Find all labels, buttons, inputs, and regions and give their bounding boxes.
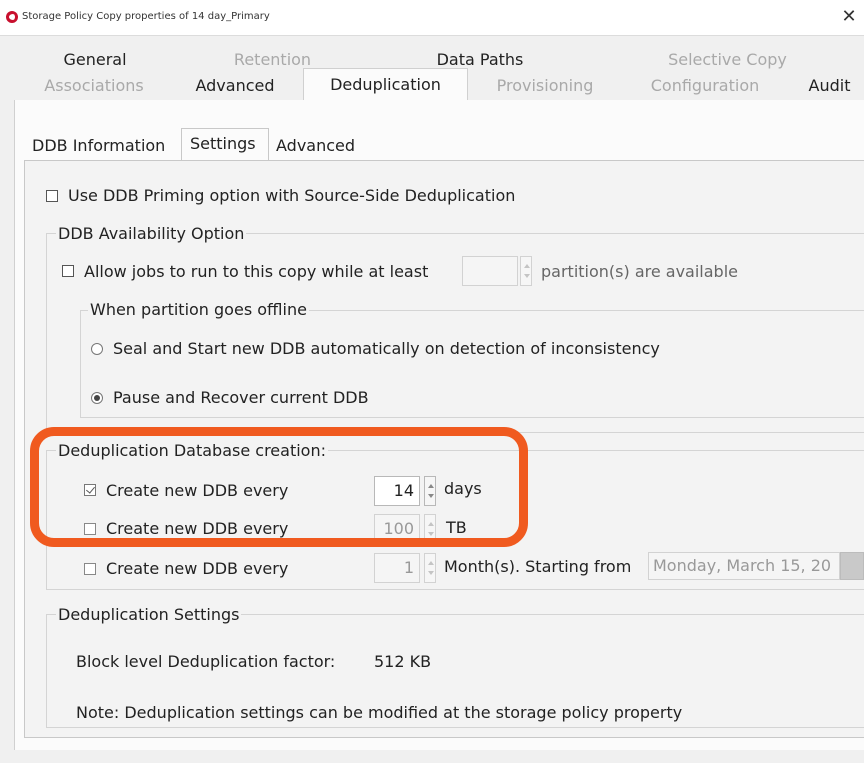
pause-and-recover-radio[interactable] — [91, 392, 103, 404]
ddb-priming-label: Use DDB Priming option with Source-Side … — [68, 186, 516, 205]
start-date-picker[interactable]: Monday, March 15, 20 — [648, 552, 840, 580]
tab-selective-copy[interactable]: Selective Copy — [645, 50, 810, 72]
partitions-available-label: partition(s) are available — [541, 262, 738, 281]
months-unit-label: Month(s). Starting from — [444, 557, 632, 576]
seal-and-start-label: Seal and Start new DDB automatically on … — [113, 339, 660, 358]
ddb-availability-legend: DDB Availability Option — [56, 224, 247, 243]
create-every-month-checkbox[interactable] — [84, 563, 96, 575]
spin-down-icon — [428, 571, 434, 575]
seal-and-start-radio[interactable] — [91, 343, 103, 355]
dedup-settings-legend: Deduplication Settings — [56, 605, 242, 624]
months-spinner[interactable] — [424, 553, 436, 583]
spin-up-icon — [428, 484, 434, 488]
window-titlebar: Storage Policy Copy properties of 14 day… — [0, 0, 864, 36]
create-every-tb-checkbox[interactable] — [84, 523, 96, 535]
partitions-input[interactable] — [462, 256, 518, 286]
days-unit-label: days — [444, 479, 482, 498]
days-input[interactable]: 14 — [374, 476, 420, 506]
allow-jobs-label: Allow jobs to run to this copy while at … — [84, 262, 429, 281]
tab-audit[interactable]: Audit — [795, 76, 864, 98]
tab-deduplication[interactable]: Deduplication — [303, 68, 468, 101]
tb-unit-label: TB — [446, 518, 467, 537]
tab-advanced[interactable]: Advanced — [180, 76, 290, 100]
spin-down-icon — [524, 274, 530, 278]
create-every-days-label: Create new DDB every — [106, 481, 289, 500]
tb-spinner[interactable] — [424, 514, 436, 544]
dedup-factor-value: 512 KB — [374, 652, 432, 671]
spin-down-icon — [428, 532, 434, 536]
create-every-days-checkbox[interactable] — [84, 484, 96, 496]
tb-input[interactable]: 100 — [374, 514, 420, 544]
partition-offline-legend: When partition goes offline — [88, 300, 309, 319]
spin-down-icon — [428, 494, 434, 498]
pause-and-recover-label: Pause and Recover current DDB — [113, 388, 369, 407]
days-spinner[interactable] — [424, 476, 436, 506]
window-title: Storage Policy Copy properties of 14 day… — [22, 11, 270, 22]
calendar-dropdown-icon[interactable] — [840, 552, 864, 580]
ddb-creation-legend: Deduplication Database creation: — [56, 441, 328, 460]
create-every-month-label: Create new DDB every — [106, 559, 289, 578]
dedup-settings-note: Note: Deduplication settings can be modi… — [76, 703, 683, 722]
spin-up-icon — [428, 522, 434, 526]
tab-configuration[interactable]: Configuration — [630, 76, 780, 98]
ddb-priming-checkbox[interactable] — [46, 190, 58, 202]
dedup-factor-label: Block level Deduplication factor: — [76, 652, 336, 671]
tab-associations[interactable]: Associations — [34, 76, 154, 98]
subtab-settings[interactable]: Settings — [181, 128, 269, 161]
subtab-advanced[interactable]: Advanced — [276, 136, 355, 155]
spin-up-icon — [428, 561, 434, 565]
subtab-ddb-information[interactable]: DDB Information — [32, 136, 165, 155]
tab-provisioning[interactable]: Provisioning — [480, 76, 610, 98]
spin-up-icon — [524, 264, 530, 268]
partitions-spinner[interactable] — [520, 256, 532, 286]
months-input[interactable]: 1 — [374, 553, 420, 583]
tab-general[interactable]: General — [40, 50, 150, 72]
close-icon[interactable]: ✕ — [838, 6, 860, 28]
allow-jobs-checkbox[interactable] — [62, 265, 74, 277]
create-every-tb-label: Create new DDB every — [106, 519, 289, 538]
app-logo-icon — [6, 11, 18, 23]
